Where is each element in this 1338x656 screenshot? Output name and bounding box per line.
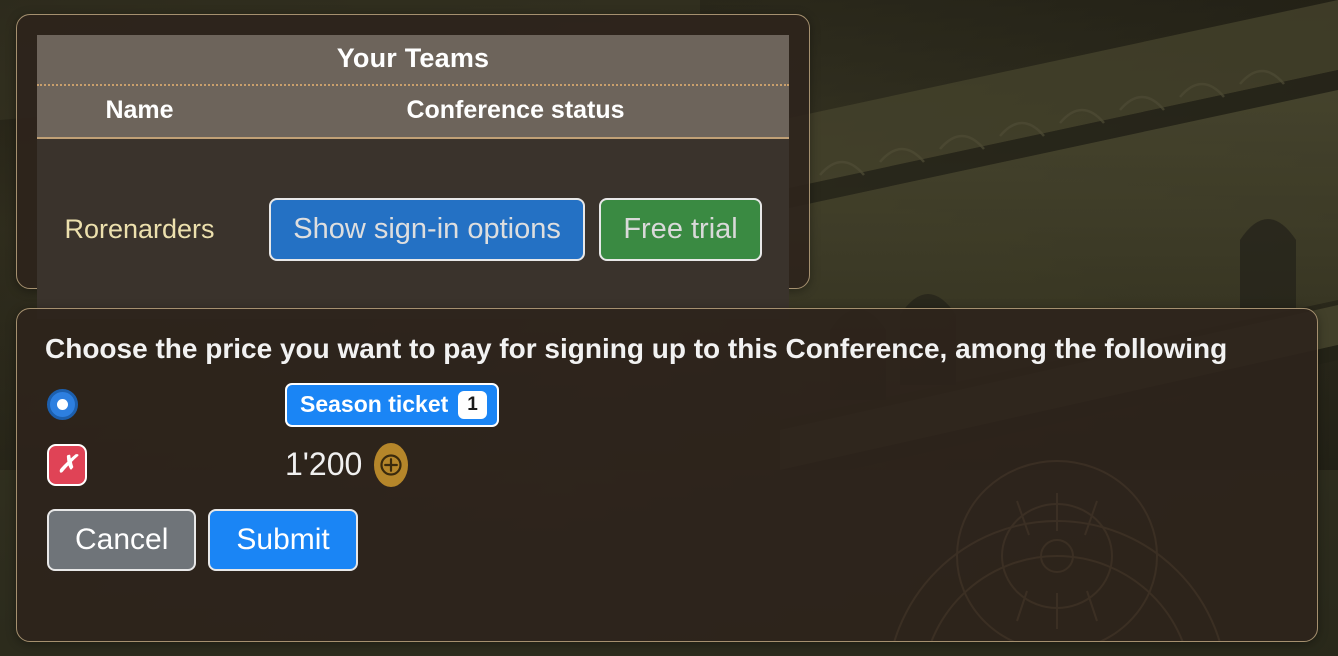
price-amount: 1'200 [285,446,363,483]
team-name: Rorenarders [64,213,215,244]
teams-table: Your Teams Name Conference status Rorena… [37,35,789,319]
teams-table-header-row: Name Conference status [37,86,789,139]
season-ticket-badge[interactable]: Season ticket 1 [285,383,499,427]
team-name-cell: Rorenarders [37,138,242,319]
table-row: Rorenarders Show sign-in options Free tr… [37,138,789,319]
column-header-conference-status: Conference status [242,86,789,139]
price-amount-row: ✗ 1'200 [45,442,1289,487]
action-buttons: Cancel Submit [45,508,1289,571]
cancel-button[interactable]: Cancel [47,508,197,571]
price-selection-panel: Choose the price you want to pay for sig… [16,308,1318,642]
season-ticket-count: 1 [458,391,487,419]
price-option-selector [45,389,285,421]
season-ticket-label: Season ticket [300,391,449,418]
coin-icon[interactable] [374,442,409,487]
column-header-name: Name [37,86,242,139]
close-icon: ✗ [56,450,78,478]
free-trial-button[interactable]: Free trial [599,197,762,261]
price-display-group: 1'200 [285,442,409,487]
conference-status-cell: Show sign-in options Free trial [242,138,789,319]
submit-button[interactable]: Submit [208,508,358,571]
remove-button[interactable]: ✗ [47,443,87,486]
radio-dot-icon [57,399,68,411]
price-prompt-text: Choose the price you want to pay for sig… [45,333,1228,364]
teams-table-caption: Your Teams [37,35,789,86]
circle-plus-icon [380,454,402,476]
teams-panel: Your Teams Name Conference status Rorena… [16,14,810,319]
price-option-row: Season ticket 1 [45,383,1289,427]
season-ticket-radio[interactable] [47,389,78,421]
show-sign-in-options-button[interactable]: Show sign-in options [269,197,585,261]
remove-option-wrapper: ✗ [45,443,285,486]
